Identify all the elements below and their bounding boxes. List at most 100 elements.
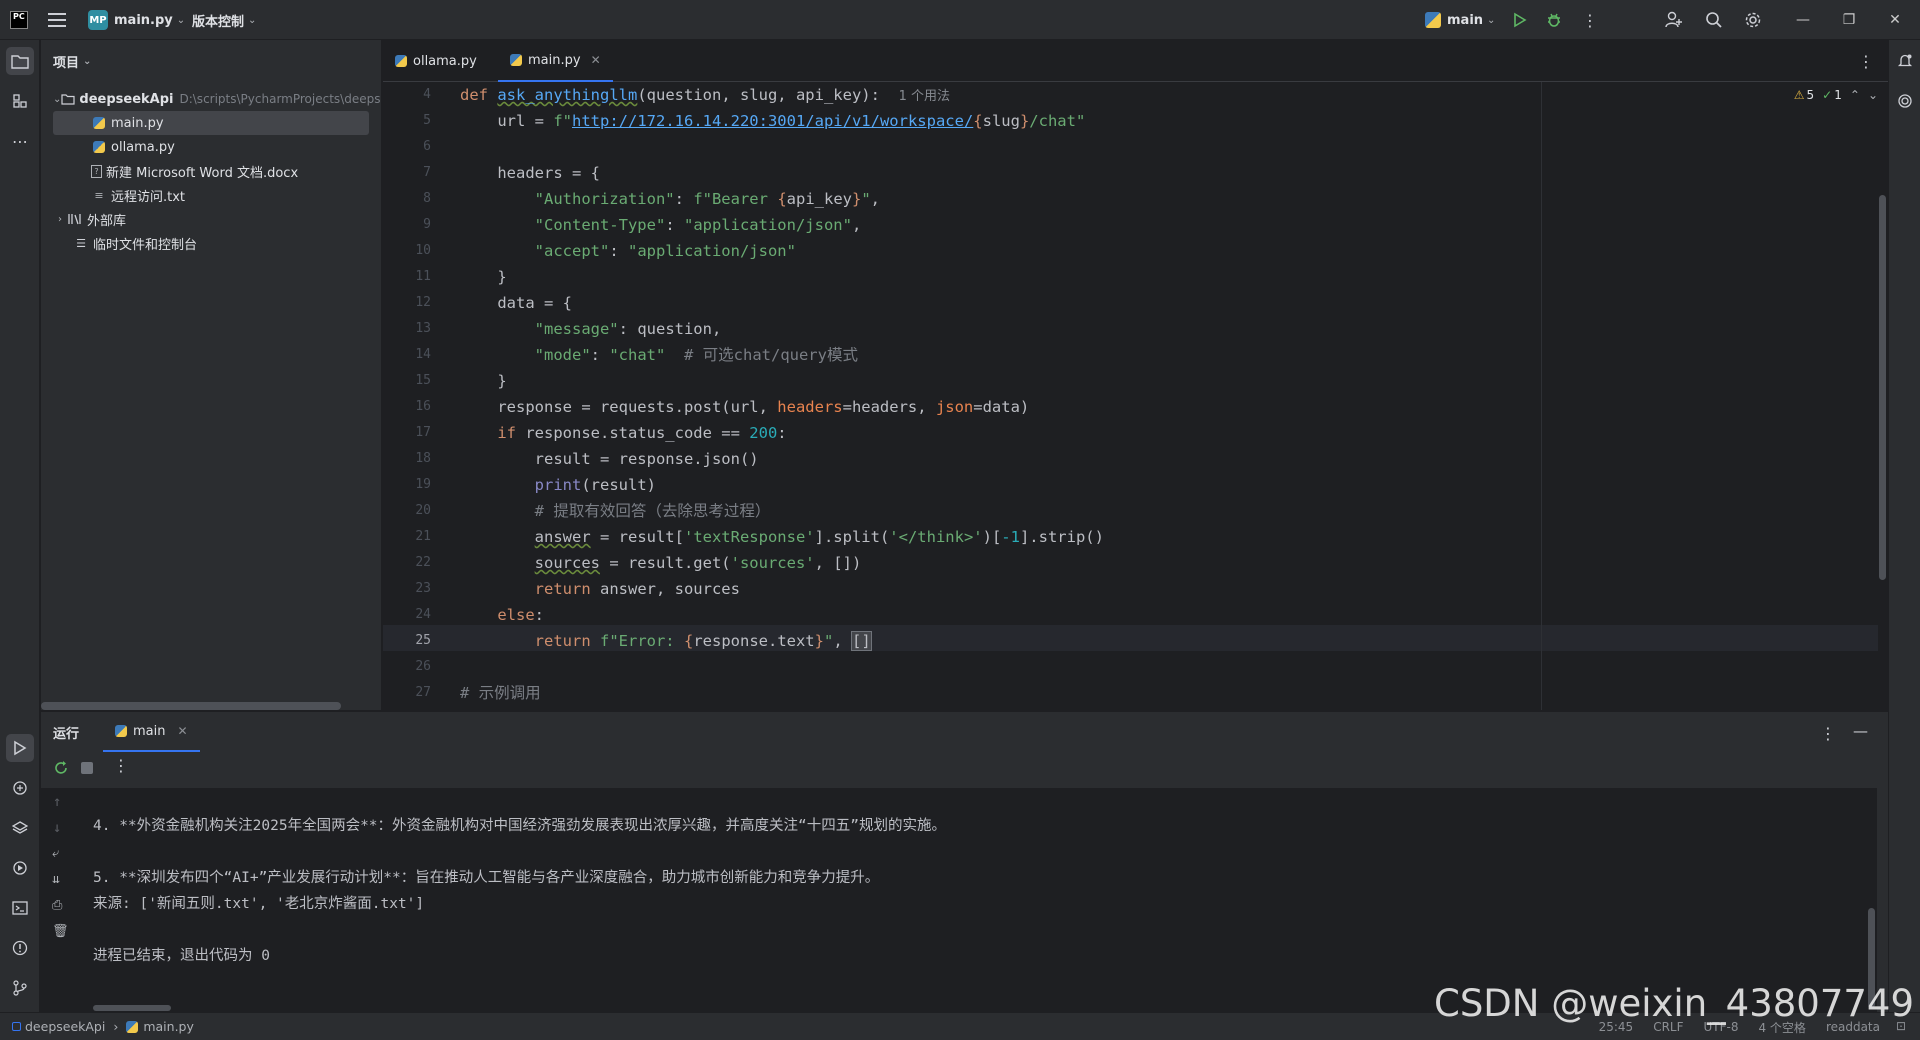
- line-number[interactable]: 10: [381, 243, 431, 258]
- code-with-me-button[interactable]: [1665, 0, 1683, 40]
- tree-root-row[interactable]: ⌄ deepseekApi D:\scripts\PycharmProjects…: [41, 87, 381, 111]
- rerun-button[interactable]: [53, 760, 69, 776]
- line-number[interactable]: 14: [381, 347, 431, 362]
- ai-assistant-button[interactable]: [1891, 87, 1919, 115]
- scroll-down-icon[interactable]: ↓: [53, 820, 61, 836]
- run-button[interactable]: [1512, 0, 1528, 40]
- print-icon[interactable]: ⎙: [52, 898, 62, 913]
- line-number[interactable]: 16: [381, 399, 431, 414]
- debug-button[interactable]: [1546, 0, 1562, 40]
- line-number[interactable]: 25: [381, 633, 431, 648]
- breadcrumb-project[interactable]: deepseekApi: [25, 1019, 105, 1034]
- run-tab-main[interactable]: main ✕: [103, 712, 200, 752]
- line-number[interactable]: 11: [381, 269, 431, 284]
- more-actions-button[interactable]: ⋮: [1582, 0, 1598, 40]
- prev-highlight-icon[interactable]: ⌃: [1850, 88, 1860, 102]
- line-number[interactable]: 12: [381, 295, 431, 310]
- run-options-icon[interactable]: ⋮: [1820, 724, 1836, 743]
- line-number[interactable]: 20: [381, 503, 431, 518]
- tree-file-main[interactable]: main.py: [53, 111, 369, 135]
- url-link[interactable]: http://172.16.14.220:3001/api/v1/workspa…: [572, 112, 973, 130]
- line-number[interactable]: 8: [381, 191, 431, 206]
- settings-button[interactable]: [1744, 0, 1762, 40]
- left-tool-strip: ⋯: [0, 40, 40, 1012]
- tab-ollama[interactable]: ollama.py: [383, 40, 489, 82]
- terminal-button[interactable]: [6, 894, 34, 922]
- code-line-25: return f"Error: {response.text}", []: [534, 631, 872, 651]
- usages-hint[interactable]: 1 个用法: [899, 89, 950, 104]
- line-number[interactable]: 4: [381, 87, 431, 102]
- chevron-down-icon: ⌄: [248, 14, 257, 26]
- run-config-selector[interactable]: main ⌄: [1425, 0, 1495, 40]
- right-tool-strip: [1888, 40, 1920, 1012]
- close-tab-icon[interactable]: ✕: [177, 724, 187, 738]
- tab-main[interactable]: main.py ✕: [498, 40, 613, 82]
- tree-file-txt[interactable]: ≡ 远程访问.txt: [41, 183, 381, 207]
- breadcrumb-file[interactable]: main.py: [143, 1019, 194, 1034]
- line-number[interactable]: 19: [381, 477, 431, 492]
- code-line-14: "mode": "chat" # 可选chat/query模式: [534, 346, 858, 364]
- line-number[interactable]: 26: [381, 659, 431, 674]
- scroll-up-icon[interactable]: ↑: [53, 794, 61, 810]
- line-number[interactable]: 7: [381, 165, 431, 180]
- structure-tool-button[interactable]: [6, 87, 34, 115]
- scroll-to-end-icon[interactable]: ⇊: [52, 872, 60, 887]
- console-hscrollbar[interactable]: [93, 1005, 171, 1011]
- more-tools-button[interactable]: ⋯: [6, 127, 34, 155]
- chevron-down-icon: ⌄: [1487, 14, 1496, 26]
- run-more-icon[interactable]: ⋮: [113, 756, 129, 775]
- tree-external-libs[interactable]: › 外部库: [41, 207, 381, 231]
- python-console-button[interactable]: [6, 774, 34, 802]
- line-number[interactable]: 13: [381, 321, 431, 336]
- services-button[interactable]: [6, 854, 34, 882]
- line-number[interactable]: 22: [381, 555, 431, 570]
- line-number[interactable]: 6: [381, 139, 431, 154]
- vcs-menu[interactable]: 版本控制 ⌄: [192, 0, 256, 40]
- tree-file-docx[interactable]: ? 新建 Microsoft Word 文档.docx: [41, 159, 381, 183]
- soft-wrap-icon[interactable]: ⤶: [52, 846, 59, 861]
- main-menu-button[interactable]: [48, 0, 66, 40]
- editor-vertical-scrollbar[interactable]: [1879, 195, 1886, 580]
- notifications-button[interactable]: [1891, 47, 1919, 75]
- restore-window-button[interactable]: ❐: [1826, 0, 1872, 40]
- expand-arrow-icon[interactable]: ›: [53, 214, 67, 225]
- trash-icon[interactable]: 🗑: [52, 924, 69, 939]
- terminal-icon: [12, 901, 28, 915]
- line-number[interactable]: 18: [381, 451, 431, 466]
- expand-arrow-icon[interactable]: ⌄: [53, 94, 61, 105]
- close-tab-icon[interactable]: ✕: [591, 53, 601, 67]
- bell-icon: [1897, 54, 1913, 67]
- project-switcher[interactable]: MP main.py ⌄: [88, 0, 185, 40]
- line-number[interactable]: 9: [381, 217, 431, 232]
- app-logo[interactable]: PC: [10, 0, 28, 40]
- next-highlight-icon[interactable]: ⌄: [1868, 88, 1878, 102]
- console-output[interactable]: ↑ ↓ ⤶ ⇊ ⎙ 🗑 4. **外资金融机构关注2025年全国两会**：外资金…: [41, 788, 1877, 1013]
- hide-panel-icon[interactable]: —: [1853, 722, 1868, 740]
- horizontal-scrollbar[interactable]: [41, 702, 341, 710]
- git-button[interactable]: [6, 974, 34, 1002]
- code-area[interactable]: def ask_anythingllm(question, slug, api_…: [460, 82, 1840, 710]
- problems-icon: [12, 940, 28, 956]
- line-number[interactable]: 5: [381, 113, 431, 128]
- run-tool-button[interactable]: [6, 734, 34, 762]
- problems-button[interactable]: [6, 934, 34, 962]
- python-packages-button[interactable]: [6, 814, 34, 842]
- minimize-window-button[interactable]: —: [1780, 0, 1826, 40]
- line-number-gutter[interactable]: 4 5 6 7 8 9 10 11 12 13 14 15 16 17 18 19 20 21 22 23 24 25 26…: [383, 82, 453, 710]
- search-everywhere-button[interactable]: [1705, 0, 1723, 40]
- line-number[interactable]: 21: [381, 529, 431, 544]
- project-tool-button[interactable]: [6, 47, 34, 75]
- close-window-button[interactable]: ✕: [1872, 0, 1918, 40]
- stop-button[interactable]: [81, 762, 93, 774]
- tab-options-icon[interactable]: ⋮: [1858, 52, 1874, 71]
- tree-scratches[interactable]: ☰ 临时文件和控制台: [41, 231, 381, 255]
- tree-file-ollama[interactable]: ollama.py: [41, 135, 381, 159]
- line-number[interactable]: 15: [381, 373, 431, 388]
- line-number[interactable]: 27: [381, 685, 431, 700]
- line-number[interactable]: 24: [381, 607, 431, 622]
- line-number[interactable]: 17: [381, 425, 431, 440]
- code-line-12: data = {: [460, 294, 572, 312]
- project-panel-header[interactable]: 项目 ⌄: [41, 40, 381, 82]
- code-line-21: answer = result['textResponse'].split('<…: [534, 528, 1104, 546]
- line-number[interactable]: 23: [381, 581, 431, 596]
